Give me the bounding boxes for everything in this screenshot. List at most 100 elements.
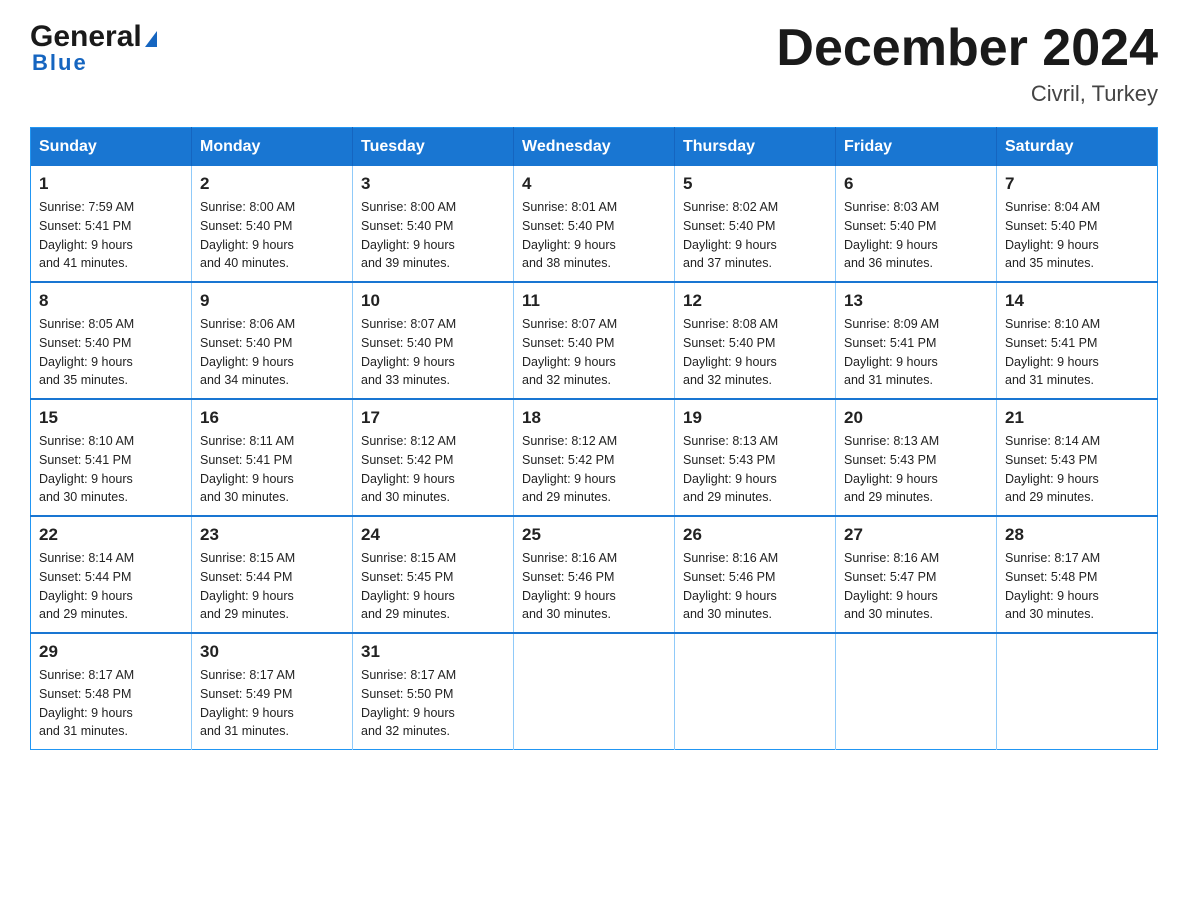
day-info: Sunrise: 8:15 AMSunset: 5:44 PMDaylight:… [200,549,344,624]
day-info: Sunrise: 8:00 AMSunset: 5:40 PMDaylight:… [361,198,505,273]
day-header-thursday: Thursday [675,128,836,167]
calendar-week-row: 8 Sunrise: 8:05 AMSunset: 5:40 PMDayligh… [31,282,1158,399]
day-number: 23 [200,525,344,545]
day-info: Sunrise: 8:06 AMSunset: 5:40 PMDaylight:… [200,315,344,390]
calendar-cell: 10 Sunrise: 8:07 AMSunset: 5:40 PMDaylig… [353,282,514,399]
day-info: Sunrise: 8:08 AMSunset: 5:40 PMDaylight:… [683,315,827,390]
day-number: 29 [39,642,183,662]
logo-blue-text: Blue [32,50,88,76]
day-info: Sunrise: 8:13 AMSunset: 5:43 PMDaylight:… [683,432,827,507]
day-number: 27 [844,525,988,545]
day-header-wednesday: Wednesday [514,128,675,167]
calendar-cell: 25 Sunrise: 8:16 AMSunset: 5:46 PMDaylig… [514,516,675,633]
day-number: 6 [844,174,988,194]
day-info: Sunrise: 8:17 AMSunset: 5:49 PMDaylight:… [200,666,344,741]
calendar-cell: 2 Sunrise: 8:00 AMSunset: 5:40 PMDayligh… [192,166,353,282]
calendar-cell: 5 Sunrise: 8:02 AMSunset: 5:40 PMDayligh… [675,166,836,282]
calendar-cell: 17 Sunrise: 8:12 AMSunset: 5:42 PMDaylig… [353,399,514,516]
day-header-sunday: Sunday [31,128,192,167]
day-info: Sunrise: 8:10 AMSunset: 5:41 PMDaylight:… [39,432,183,507]
day-info: Sunrise: 8:01 AMSunset: 5:40 PMDaylight:… [522,198,666,273]
calendar-week-row: 1 Sunrise: 7:59 AMSunset: 5:41 PMDayligh… [31,166,1158,282]
day-number: 7 [1005,174,1149,194]
day-number: 2 [200,174,344,194]
day-info: Sunrise: 8:13 AMSunset: 5:43 PMDaylight:… [844,432,988,507]
calendar-cell: 27 Sunrise: 8:16 AMSunset: 5:47 PMDaylig… [836,516,997,633]
day-header-saturday: Saturday [997,128,1158,167]
day-number: 13 [844,291,988,311]
calendar-cell [836,633,997,750]
calendar-cell: 23 Sunrise: 8:15 AMSunset: 5:44 PMDaylig… [192,516,353,633]
calendar-cell: 30 Sunrise: 8:17 AMSunset: 5:49 PMDaylig… [192,633,353,750]
day-info: Sunrise: 8:17 AMSunset: 5:48 PMDaylight:… [1005,549,1149,624]
day-header-monday: Monday [192,128,353,167]
day-number: 4 [522,174,666,194]
calendar-cell: 31 Sunrise: 8:17 AMSunset: 5:50 PMDaylig… [353,633,514,750]
day-number: 14 [1005,291,1149,311]
location-text: Civril, Turkey [776,81,1158,107]
day-number: 8 [39,291,183,311]
day-info: Sunrise: 8:00 AMSunset: 5:40 PMDaylight:… [200,198,344,273]
day-info: Sunrise: 8:16 AMSunset: 5:46 PMDaylight:… [683,549,827,624]
calendar-cell: 21 Sunrise: 8:14 AMSunset: 5:43 PMDaylig… [997,399,1158,516]
calendar-cell: 11 Sunrise: 8:07 AMSunset: 5:40 PMDaylig… [514,282,675,399]
calendar-cell: 14 Sunrise: 8:10 AMSunset: 5:41 PMDaylig… [997,282,1158,399]
day-number: 11 [522,291,666,311]
day-number: 30 [200,642,344,662]
day-info: Sunrise: 8:17 AMSunset: 5:48 PMDaylight:… [39,666,183,741]
day-info: Sunrise: 8:15 AMSunset: 5:45 PMDaylight:… [361,549,505,624]
day-info: Sunrise: 8:14 AMSunset: 5:43 PMDaylight:… [1005,432,1149,507]
calendar-cell: 7 Sunrise: 8:04 AMSunset: 5:40 PMDayligh… [997,166,1158,282]
calendar-week-row: 22 Sunrise: 8:14 AMSunset: 5:44 PMDaylig… [31,516,1158,633]
calendar-cell: 6 Sunrise: 8:03 AMSunset: 5:40 PMDayligh… [836,166,997,282]
day-info: Sunrise: 7:59 AMSunset: 5:41 PMDaylight:… [39,198,183,273]
day-number: 28 [1005,525,1149,545]
day-number: 26 [683,525,827,545]
calendar-cell [514,633,675,750]
day-number: 21 [1005,408,1149,428]
day-info: Sunrise: 8:17 AMSunset: 5:50 PMDaylight:… [361,666,505,741]
day-number: 17 [361,408,505,428]
calendar-cell: 22 Sunrise: 8:14 AMSunset: 5:44 PMDaylig… [31,516,192,633]
day-info: Sunrise: 8:10 AMSunset: 5:41 PMDaylight:… [1005,315,1149,390]
calendar-cell: 13 Sunrise: 8:09 AMSunset: 5:41 PMDaylig… [836,282,997,399]
day-number: 25 [522,525,666,545]
day-info: Sunrise: 8:04 AMSunset: 5:40 PMDaylight:… [1005,198,1149,273]
calendar-cell: 29 Sunrise: 8:17 AMSunset: 5:48 PMDaylig… [31,633,192,750]
day-info: Sunrise: 8:07 AMSunset: 5:40 PMDaylight:… [522,315,666,390]
logo-arrow-icon [145,31,157,47]
calendar-header-row: SundayMondayTuesdayWednesdayThursdayFrid… [31,128,1158,167]
day-number: 22 [39,525,183,545]
day-number: 12 [683,291,827,311]
calendar-cell [675,633,836,750]
logo-general-text: General [30,20,142,54]
day-number: 16 [200,408,344,428]
day-info: Sunrise: 8:12 AMSunset: 5:42 PMDaylight:… [361,432,505,507]
calendar-cell: 20 Sunrise: 8:13 AMSunset: 5:43 PMDaylig… [836,399,997,516]
calendar-cell: 12 Sunrise: 8:08 AMSunset: 5:40 PMDaylig… [675,282,836,399]
day-info: Sunrise: 8:09 AMSunset: 5:41 PMDaylight:… [844,315,988,390]
day-number: 15 [39,408,183,428]
day-header-friday: Friday [836,128,997,167]
calendar-cell: 18 Sunrise: 8:12 AMSunset: 5:42 PMDaylig… [514,399,675,516]
day-info: Sunrise: 8:07 AMSunset: 5:40 PMDaylight:… [361,315,505,390]
day-number: 18 [522,408,666,428]
calendar-week-row: 29 Sunrise: 8:17 AMSunset: 5:48 PMDaylig… [31,633,1158,750]
day-info: Sunrise: 8:11 AMSunset: 5:41 PMDaylight:… [200,432,344,507]
calendar-table: SundayMondayTuesdayWednesdayThursdayFrid… [30,127,1158,750]
day-info: Sunrise: 8:16 AMSunset: 5:47 PMDaylight:… [844,549,988,624]
day-number: 5 [683,174,827,194]
day-info: Sunrise: 8:05 AMSunset: 5:40 PMDaylight:… [39,315,183,390]
day-number: 31 [361,642,505,662]
calendar-cell: 1 Sunrise: 7:59 AMSunset: 5:41 PMDayligh… [31,166,192,282]
calendar-cell: 26 Sunrise: 8:16 AMSunset: 5:46 PMDaylig… [675,516,836,633]
day-number: 3 [361,174,505,194]
day-number: 19 [683,408,827,428]
day-number: 1 [39,174,183,194]
day-info: Sunrise: 8:14 AMSunset: 5:44 PMDaylight:… [39,549,183,624]
calendar-cell: 16 Sunrise: 8:11 AMSunset: 5:41 PMDaylig… [192,399,353,516]
day-number: 9 [200,291,344,311]
day-info: Sunrise: 8:02 AMSunset: 5:40 PMDaylight:… [683,198,827,273]
day-info: Sunrise: 8:16 AMSunset: 5:46 PMDaylight:… [522,549,666,624]
calendar-cell: 24 Sunrise: 8:15 AMSunset: 5:45 PMDaylig… [353,516,514,633]
